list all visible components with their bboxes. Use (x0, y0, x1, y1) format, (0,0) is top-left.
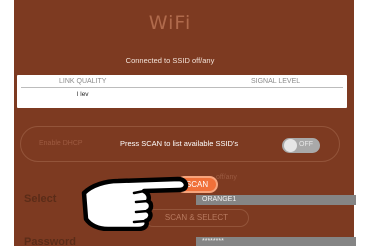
dhcp-toggle-label: OFF (299, 141, 313, 148)
toggle-knob (284, 139, 297, 152)
column-header-signal-level: SIGNAL LEVEL (251, 78, 301, 85)
table-divider (21, 87, 343, 88)
dhcp-label: Enable DHCP (39, 140, 83, 147)
pointing-hand-icon (81, 176, 189, 231)
ssid-field[interactable]: ORANGE1 (196, 195, 356, 205)
select-label: Select (24, 193, 57, 205)
connection-status: Connected to SSID off/any (125, 56, 215, 65)
password-field[interactable]: ******** (196, 237, 356, 246)
column-header-link-quality: LINK QUALITY (59, 78, 107, 85)
table-cell-link-quality[interactable]: l lev (77, 91, 89, 98)
ssid-hint-text: off/any (216, 174, 237, 181)
password-label: Password (24, 236, 76, 246)
page-title: WiFi (148, 12, 192, 34)
network-table: LINK QUALITY SIGNAL LEVEL l lev (17, 75, 347, 108)
toast-message: Press SCAN to list available SSID's (120, 139, 239, 148)
